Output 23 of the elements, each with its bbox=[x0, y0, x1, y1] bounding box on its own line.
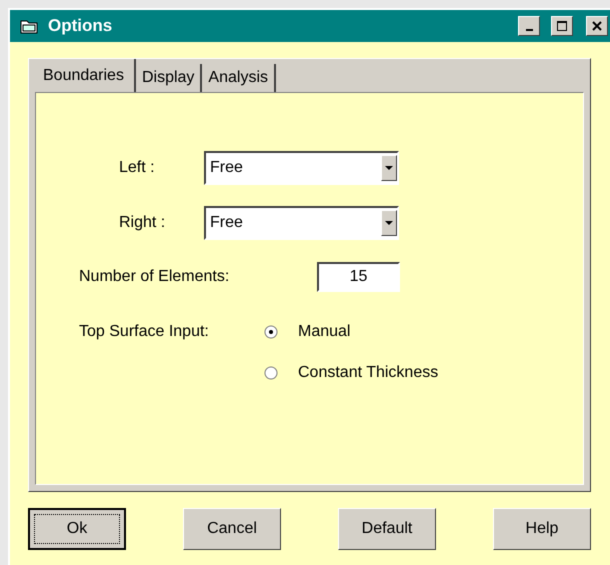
radio-button[interactable] bbox=[264, 325, 278, 339]
default-button[interactable]: Default bbox=[338, 508, 436, 550]
dropdown[interactable]: Free bbox=[204, 206, 399, 240]
maximize-icon bbox=[556, 20, 568, 32]
radio-label[interactable]: Manual bbox=[298, 318, 350, 346]
minimize-icon bbox=[526, 29, 532, 31]
number-field[interactable]: 15 bbox=[317, 262, 400, 292]
field-label: Number of Elements: bbox=[79, 268, 230, 286]
field-label: Left : bbox=[119, 159, 156, 177]
maximize-button[interactable] bbox=[551, 16, 573, 36]
minimize-button[interactable] bbox=[518, 16, 540, 36]
ok-button[interactable]: Ok bbox=[28, 508, 126, 550]
close-button[interactable] bbox=[586, 16, 608, 36]
field-label: Top Surface Input: bbox=[79, 322, 210, 342]
field-label: Right : bbox=[119, 214, 166, 232]
folder-icon bbox=[20, 18, 38, 34]
close-icon bbox=[591, 20, 603, 32]
cancel-button[interactable]: Cancel bbox=[183, 508, 281, 550]
dropdown[interactable]: Free bbox=[204, 151, 399, 185]
help-button[interactable]: Help bbox=[493, 508, 591, 550]
radio-label[interactable]: Constant Thickness bbox=[298, 359, 438, 387]
radio-button[interactable] bbox=[264, 366, 278, 380]
window-title: Options bbox=[48, 16, 114, 36]
